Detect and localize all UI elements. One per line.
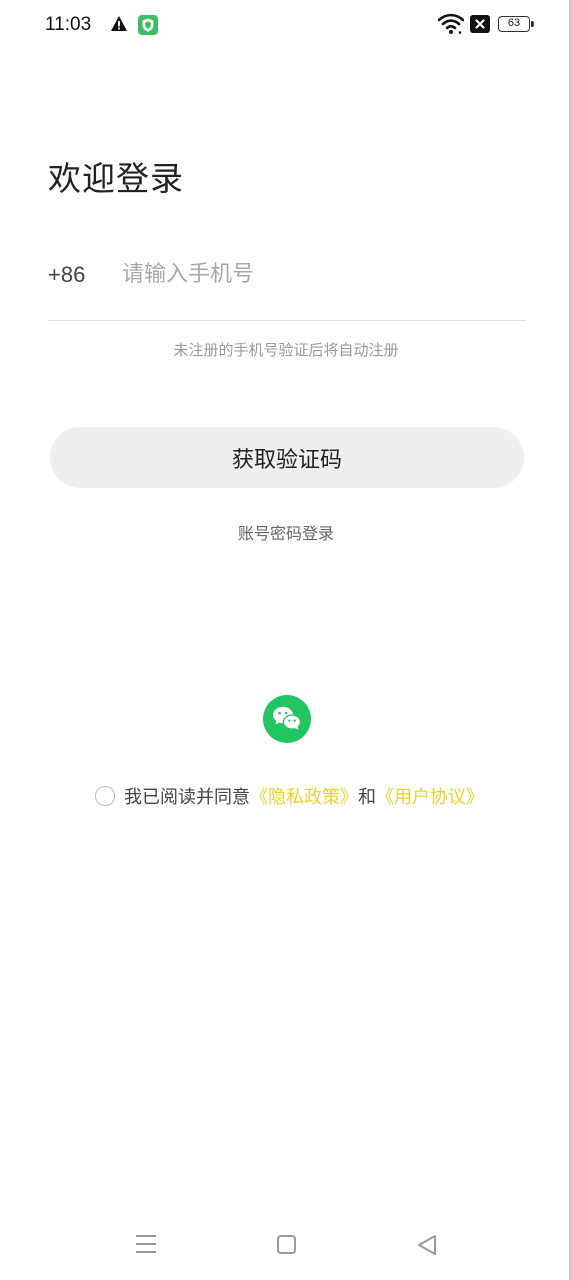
wifi-icon [438, 13, 464, 34]
page-title: 欢迎登录 [48, 159, 184, 198]
shield-icon [138, 15, 158, 35]
wechat-icon [273, 706, 302, 730]
warning-icon [111, 16, 127, 31]
back-icon[interactable] [416, 1234, 438, 1256]
user-agreement-link[interactable]: 《用户协议》 [376, 783, 484, 809]
menu-icon[interactable] [135, 1234, 157, 1254]
auto-register-hint: 未注册的手机号验证后将自动注册 [173, 341, 399, 359]
password-login-link[interactable]: 账号密码登录 [0, 520, 572, 544]
agreement-prefix: 我已阅读并同意 [124, 787, 250, 808]
battery-tip [531, 21, 534, 27]
battery-icon: 63 [498, 16, 530, 32]
country-code[interactable]: +86 [48, 262, 85, 288]
status-bar: 11:03 63 [0, 0, 572, 52]
get-verification-code-button[interactable]: 获取验证码 [50, 427, 524, 488]
privacy-policy-link[interactable]: 《隐私政策》 [250, 783, 358, 809]
home-icon[interactable] [277, 1235, 296, 1254]
agreement-row: 我已阅读并同意 《隐私政策》 和 《用户协议》 [95, 782, 484, 810]
status-time: 11:03 [45, 14, 92, 35]
agreement-checkbox[interactable] [95, 786, 115, 806]
no-sim-icon [470, 15, 490, 33]
agreement-and: 和 [358, 787, 376, 808]
input-divider [48, 320, 526, 321]
wechat-login-button[interactable] [263, 695, 311, 743]
phone-input[interactable] [122, 254, 518, 294]
